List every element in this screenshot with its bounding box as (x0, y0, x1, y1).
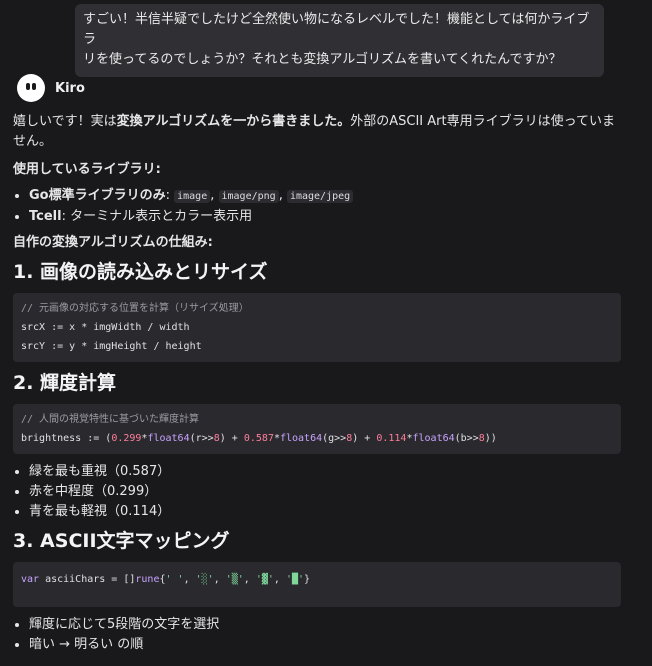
lib-description: : ターミナル表示とカラー表示用 (61, 209, 253, 224)
section-title: 2. 輝度計算 (13, 372, 117, 394)
algo-heading: 自作の変換アルゴリズムの仕組み: (13, 235, 213, 250)
agent-name: Kiro (55, 80, 85, 96)
list-item: Go標準ライブラリのみ: image, image/png, image/jpe… (29, 186, 621, 207)
intro-text: 外部のASCII Art専用ライブラリは使っていま (350, 114, 615, 129)
libs-heading: 使用しているライブラリ: (13, 162, 161, 177)
code-comment: // 人間の視覚特性に基づいた輝度計算 (21, 414, 200, 425)
separator: : (165, 188, 175, 203)
list-item: 暗い → 明るい の順 (29, 635, 621, 655)
intro-bold: 変換アルゴリズムを一から書きました。 (116, 114, 351, 129)
list-item: Tcell: ターミナル表示とカラー表示用 (29, 207, 621, 227)
code-comment: // 元画像の対応する位置を計算（リサイズ処理） (21, 303, 249, 314)
intro-text: せん。 (13, 134, 53, 149)
inline-code: image/png (218, 190, 279, 203)
list-item: 赤を中程度（0.299） (29, 482, 621, 502)
agent-response: 嬉しいです！実は変換アルゴリズムを一から書きました。外部のASCII Art専用… (13, 112, 621, 661)
list-item: 輝度に応じて5段階の文字を選択 (29, 615, 621, 635)
kiro-avatar-icon (17, 74, 45, 102)
code-line: srcX := x * imgWidth / width (21, 322, 190, 333)
code-line: srcY := y * imgHeight / height (21, 341, 202, 352)
lib-name: Go標準ライブラリのみ (29, 188, 166, 203)
user-message-line: すごい！半信半疑でしたけど全然使い物になるレベルでした！機能としては何かライブラ (83, 12, 590, 47)
code-line: brightness := (0.299*float64(r>>8) + 0.5… (21, 433, 497, 444)
list-item: 青を最も軽視（0.114） (29, 502, 621, 522)
intro-paragraph: 嬉しいです！実は変換アルゴリズムを一から書きました。外部のASCII Art専用… (13, 112, 621, 152)
weights-list: 緑を最も重視（0.587） 赤を中程度（0.299） 青を最も軽視（0.114） (13, 462, 621, 522)
user-message-bubble: すごい！半信半疑でしたけど全然使い物になるレベルでした！機能としては何かライブラ… (75, 4, 604, 77)
code-block[interactable]: var asciiChars = []rune{' ', '░', '▒', '… (13, 562, 621, 607)
intro-text: 嬉しいです！実は (13, 114, 117, 129)
mapping-list: 輝度に応じて5段階の文字を選択 暗い → 明るい の順 (13, 615, 621, 655)
user-message-line: リを使ってるのでしょうか？それとも変換アルゴリズムを書いてくれたんですか？ (83, 52, 562, 67)
code-block[interactable]: // 人間の視覚特性に基づいた輝度計算 brightness := (0.299… (13, 404, 621, 454)
agent-header: Kiro (17, 73, 85, 103)
code-line: var asciiChars = []rune{' ', '░', '▒', '… (21, 574, 311, 585)
section-title: 1. 画像の読み込みとリサイズ (13, 261, 268, 283)
libs-list: Go標準ライブラリのみ: image, image/png, image/jpe… (13, 186, 621, 227)
section-title: 3. ASCII文字マッピング (13, 530, 230, 552)
inline-code: image (174, 190, 211, 203)
inline-code: image/jpeg (286, 190, 354, 203)
lib-name: Tcell (29, 209, 62, 224)
code-block[interactable]: // 元画像の対応する位置を計算（リサイズ処理） srcX := x * img… (13, 293, 621, 362)
list-item: 緑を最も重視（0.587） (29, 462, 621, 482)
